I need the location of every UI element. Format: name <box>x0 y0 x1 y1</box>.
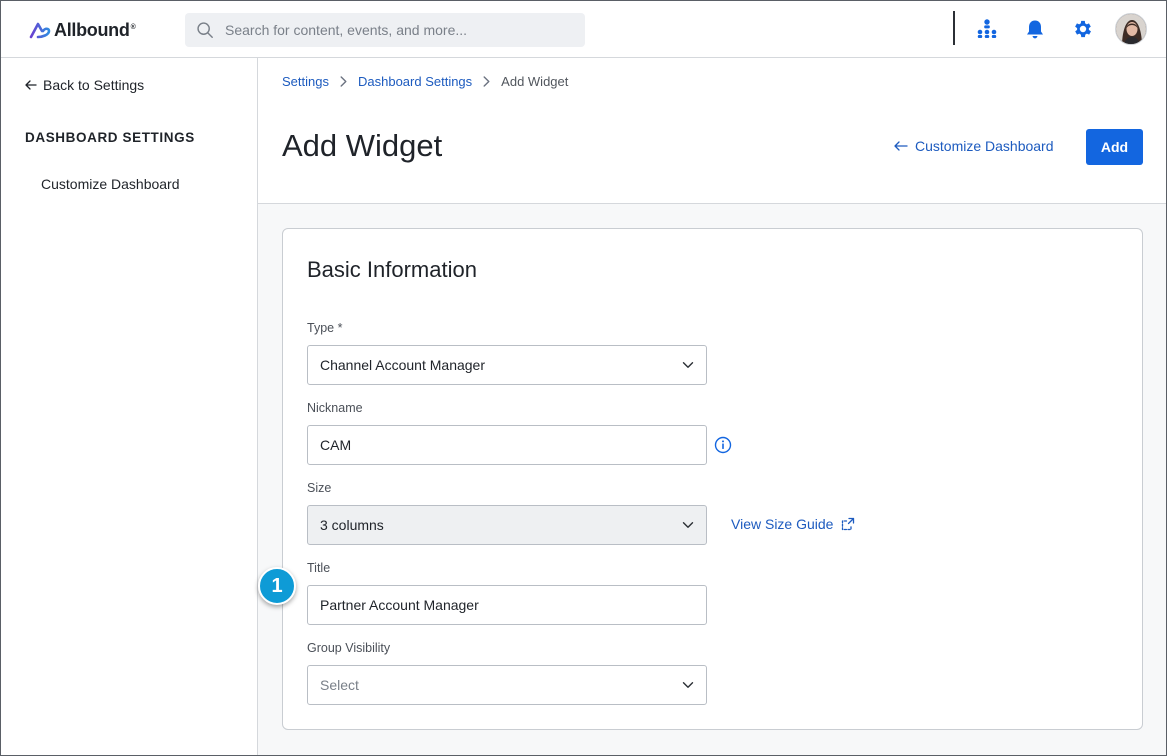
step-number-badge: 1 <box>258 567 296 605</box>
size-value: 3 columns <box>320 517 384 533</box>
title-field[interactable]: Partner Account Manager <box>307 585 707 625</box>
global-search[interactable] <box>185 13 585 47</box>
add-button[interactable]: Add <box>1086 129 1143 165</box>
group-visibility-placeholder: Select <box>320 677 359 693</box>
topbar-divider <box>953 11 955 45</box>
page-header: Settings Dashboard Settings Add Widget A… <box>258 58 1166 204</box>
chevron-down-icon <box>682 362 694 368</box>
nickname-value: CAM <box>320 437 352 453</box>
customize-dashboard-link[interactable]: Customize Dashboard <box>894 138 1054 154</box>
nickname-field[interactable]: CAM <box>307 425 707 465</box>
settings-sidebar: Back to Settings DASHBOARD SETTINGS Cust… <box>1 58 258 755</box>
customize-dashboard-label: Customize Dashboard <box>915 138 1054 154</box>
title-label: Title <box>307 561 331 575</box>
size-select[interactable]: 3 columns <box>307 505 707 545</box>
org-chart-icon[interactable] <box>975 17 999 41</box>
brand-name: Allbound® <box>54 19 136 40</box>
chevron-down-icon <box>682 682 694 688</box>
bell-icon[interactable] <box>1023 17 1047 41</box>
back-to-settings-label: Back to Settings <box>43 77 145 93</box>
view-size-guide-label: View Size Guide <box>731 516 834 532</box>
type-select[interactable]: Channel Account Manager <box>307 345 707 385</box>
chevron-right-icon <box>483 76 490 87</box>
info-icon[interactable] <box>714 436 732 454</box>
sidebar-item-customize-dashboard[interactable]: Customize Dashboard <box>41 176 180 192</box>
brand-logo[interactable]: Allbound® <box>29 19 136 41</box>
search-icon <box>197 22 213 38</box>
allbound-logo-icon <box>29 22 51 39</box>
view-size-guide-link[interactable]: View Size Guide <box>731 516 855 532</box>
arrow-left-icon <box>25 80 37 90</box>
section-title: Basic Information <box>307 257 477 282</box>
breadcrumb-settings[interactable]: Settings <box>282 74 329 89</box>
type-label: Type * <box>307 321 343 335</box>
chevron-down-icon <box>682 522 694 528</box>
nickname-label: Nickname <box>307 401 363 415</box>
breadcrumb-dashboard-settings[interactable]: Dashboard Settings <box>358 74 472 89</box>
page-title: Add Widget <box>282 128 443 163</box>
main-content: Basic Information Type * Channel Account… <box>258 204 1166 755</box>
size-label: Size <box>307 481 332 495</box>
group-visibility-label: Group Visibility <box>307 641 391 655</box>
back-to-settings-link[interactable]: Back to Settings <box>25 77 144 93</box>
group-visibility-select[interactable]: Select <box>307 665 707 705</box>
chevron-right-icon <box>340 76 347 87</box>
breadcrumb: Settings Dashboard Settings Add Widget <box>282 74 568 89</box>
basic-information-card: Basic Information Type * Channel Account… <box>282 228 1143 730</box>
type-value: Channel Account Manager <box>320 357 485 373</box>
search-input[interactable] <box>225 22 565 38</box>
avatar[interactable] <box>1115 13 1147 45</box>
sidebar-heading: DASHBOARD SETTINGS <box>25 130 195 145</box>
arrow-left-icon <box>894 141 908 151</box>
external-link-icon <box>842 517 855 531</box>
title-value: Partner Account Manager <box>320 597 479 613</box>
app-window: Allbound® Search for content, events, an… <box>0 0 1167 756</box>
breadcrumb-current: Add Widget <box>501 74 569 89</box>
gear-icon[interactable] <box>1071 17 1095 41</box>
user-photo <box>1116 14 1146 44</box>
top-bar: Allbound® <box>1 1 1166 58</box>
